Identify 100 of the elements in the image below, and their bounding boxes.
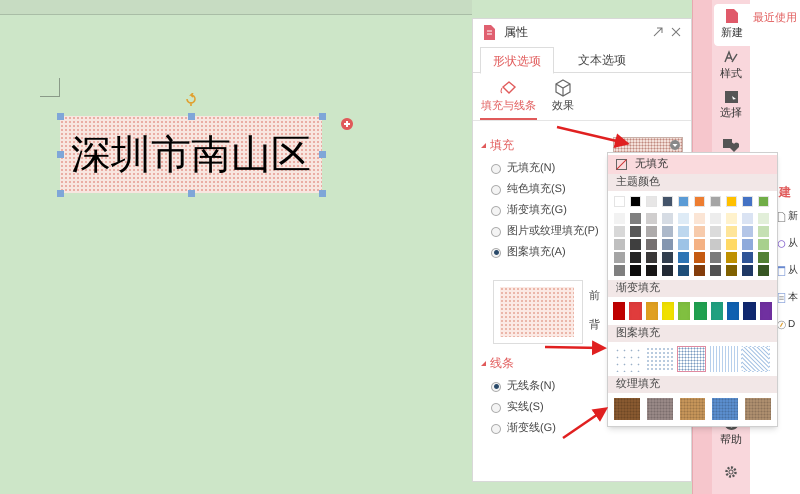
color-swatch[interactable] xyxy=(758,226,769,237)
color-swatch[interactable] xyxy=(742,252,753,263)
panel-tab[interactable]: 形状选项 xyxy=(480,47,554,74)
color-swatch[interactable] xyxy=(726,239,737,250)
color-swatch[interactable] xyxy=(630,226,641,237)
color-swatch[interactable] xyxy=(646,239,657,250)
pattern-swatch[interactable] xyxy=(677,346,706,372)
sidebar-tab[interactable]: 新建 xyxy=(714,4,750,46)
gradient-swatch[interactable] xyxy=(678,302,690,320)
close-icon[interactable] xyxy=(671,27,681,37)
subtab[interactable]: 填充与线条 xyxy=(480,78,537,120)
color-swatch[interactable] xyxy=(742,196,753,207)
color-swatch[interactable] xyxy=(694,213,705,224)
patterned-text-shape[interactable]: 深圳市南山区 xyxy=(60,116,322,193)
color-swatch[interactable] xyxy=(694,239,705,250)
sidebar-list-item[interactable]: 从 xyxy=(777,234,800,254)
resize-handle[interactable] xyxy=(188,113,195,120)
subtab[interactable]: 效果 xyxy=(551,78,575,120)
color-swatch[interactable] xyxy=(710,239,721,250)
color-swatch[interactable] xyxy=(678,265,689,276)
color-swatch[interactable] xyxy=(678,239,689,250)
color-swatch[interactable] xyxy=(678,226,689,237)
color-swatch[interactable] xyxy=(662,196,673,207)
color-swatch[interactable] xyxy=(678,196,689,207)
no-fill-option[interactable]: 无填充 xyxy=(608,155,777,174)
gradient-swatch[interactable] xyxy=(743,302,756,320)
color-swatch[interactable] xyxy=(646,213,657,224)
texture-swatch[interactable] xyxy=(646,398,673,420)
radio-option[interactable]: 渐变填充(G) xyxy=(491,200,683,221)
color-swatch[interactable] xyxy=(662,252,673,263)
sidebar-list-item[interactable]: 新 xyxy=(777,206,800,226)
gradient-swatch[interactable] xyxy=(646,302,658,320)
color-swatch[interactable] xyxy=(758,252,769,263)
gradient-swatch[interactable] xyxy=(662,302,674,320)
color-swatch[interactable] xyxy=(710,252,721,263)
color-swatch[interactable] xyxy=(630,239,641,250)
color-swatch[interactable] xyxy=(726,213,737,224)
resize-handle[interactable] xyxy=(319,113,326,120)
color-swatch[interactable] xyxy=(678,252,689,263)
sidebar-tab[interactable]: 选择 xyxy=(713,86,749,126)
color-swatch[interactable] xyxy=(758,213,769,224)
radio-option[interactable]: 图片或纹理填充(P) xyxy=(491,221,683,242)
texture-swatch[interactable] xyxy=(745,398,771,420)
texture-swatch[interactable] xyxy=(712,398,738,420)
expand-icon[interactable] xyxy=(653,27,663,37)
color-swatch[interactable] xyxy=(710,265,721,276)
resize-handle[interactable] xyxy=(319,151,326,158)
color-swatch[interactable] xyxy=(646,252,657,263)
gradient-swatch[interactable] xyxy=(727,302,740,320)
color-swatch[interactable] xyxy=(758,239,769,250)
collapse-triangle-icon[interactable] xyxy=(481,360,486,366)
color-swatch[interactable] xyxy=(726,226,737,237)
gradient-swatch[interactable] xyxy=(613,302,626,320)
color-swatch[interactable] xyxy=(678,213,689,224)
color-swatch[interactable] xyxy=(726,265,737,276)
color-swatch[interactable] xyxy=(694,196,705,207)
color-swatch[interactable] xyxy=(614,196,625,207)
color-swatch[interactable] xyxy=(646,226,657,237)
gradient-swatch[interactable] xyxy=(710,302,724,320)
color-swatch[interactable] xyxy=(662,239,673,250)
color-swatch[interactable] xyxy=(662,213,673,224)
radio-option[interactable]: 渐变线(G) xyxy=(491,418,683,439)
add-icon[interactable] xyxy=(341,118,353,130)
color-swatch[interactable] xyxy=(646,196,657,207)
color-swatch[interactable] xyxy=(662,226,673,237)
color-swatch[interactable] xyxy=(694,265,705,276)
sidebar-list-item[interactable]: 本 xyxy=(777,288,800,308)
color-swatch[interactable] xyxy=(742,239,753,250)
pattern-swatch[interactable] xyxy=(741,346,770,372)
gradient-swatch[interactable] xyxy=(694,302,707,320)
color-swatch[interactable] xyxy=(662,265,673,276)
texture-swatch[interactable] xyxy=(614,398,640,420)
pattern-preview[interactable] xyxy=(493,280,583,344)
color-swatch[interactable] xyxy=(726,196,737,207)
resize-handle[interactable] xyxy=(57,151,64,158)
texture-swatch[interactable] xyxy=(680,398,706,420)
radio-option[interactable]: 图案填充(A) xyxy=(491,242,683,263)
color-swatch[interactable] xyxy=(710,196,721,207)
gradient-swatch[interactable] xyxy=(760,302,772,320)
radio-option[interactable]: 实线(S) xyxy=(491,397,683,418)
resize-handle[interactable] xyxy=(57,113,64,120)
color-swatch[interactable] xyxy=(614,265,625,276)
color-swatch[interactable] xyxy=(710,226,721,237)
color-swatch[interactable] xyxy=(630,252,641,263)
color-swatch[interactable] xyxy=(630,196,641,207)
rotate-handle-icon[interactable] xyxy=(184,93,198,109)
color-swatch[interactable] xyxy=(758,265,769,276)
color-swatch[interactable] xyxy=(630,265,641,276)
sidebar-tab[interactable]: 样式 xyxy=(713,46,749,86)
resize-handle[interactable] xyxy=(188,190,195,197)
gradient-swatch[interactable] xyxy=(629,302,642,320)
sidebar-list-item[interactable]: 从 xyxy=(777,260,800,280)
resize-handle[interactable] xyxy=(319,190,326,197)
color-swatch[interactable] xyxy=(614,226,625,237)
color-swatch[interactable] xyxy=(758,196,769,207)
color-swatch[interactable] xyxy=(726,252,737,263)
color-swatch[interactable] xyxy=(694,226,705,237)
color-swatch[interactable] xyxy=(742,265,753,276)
resize-handle[interactable] xyxy=(57,190,64,197)
collapse-triangle-icon[interactable] xyxy=(481,142,486,148)
